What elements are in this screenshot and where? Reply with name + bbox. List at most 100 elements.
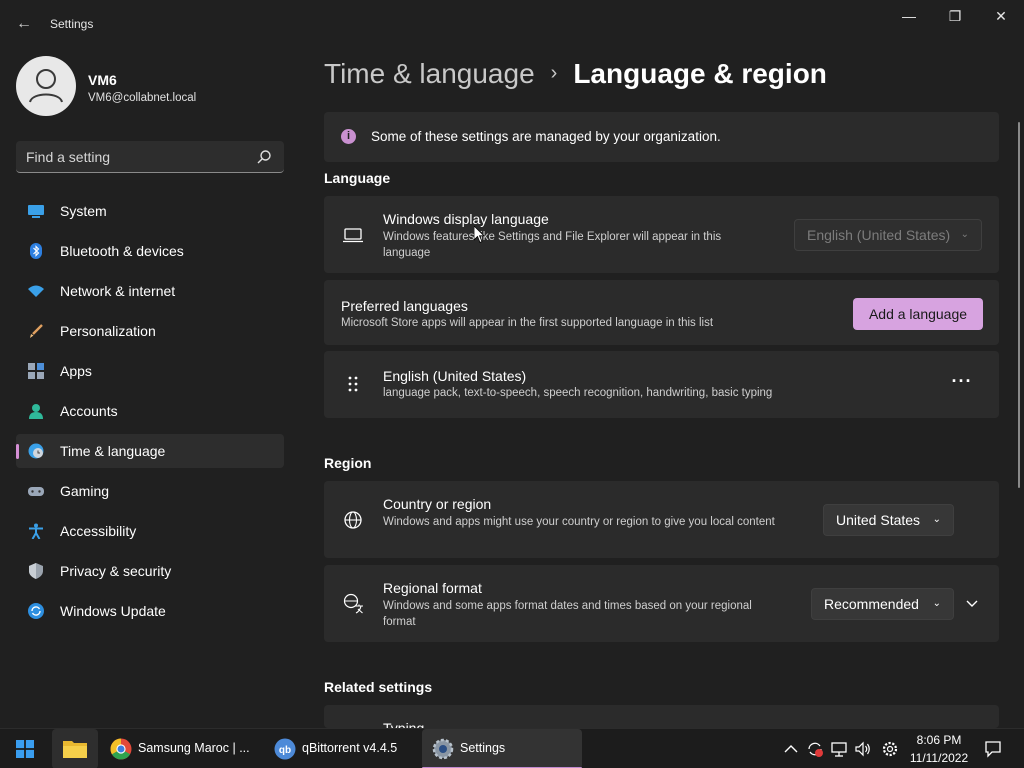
shield-icon [29,563,43,579]
row-title: Windows display language [383,211,549,227]
sidebar-item-time-language[interactable]: Time & language [16,434,284,468]
settings-gear-icon [432,738,454,760]
notification-button[interactable] [980,729,1006,768]
brush-icon [30,324,43,338]
sidebar-item-network[interactable]: Network & internet [16,274,284,308]
info-icon: i [341,129,356,144]
sidebar-item-label: Accounts [60,403,118,419]
start-button[interactable] [8,729,42,768]
row-description: Windows and some apps format dates and t… [383,600,752,628]
sidebar-item-privacy[interactable]: Privacy & security [16,554,284,588]
dropdown-value: English (United States) [807,227,951,243]
search-icon[interactable] [256,149,272,165]
svg-text:qb: qb [279,745,291,756]
sidebar-item-label: Personalization [60,323,156,339]
back-button[interactable]: ← [14,14,34,34]
row-title: Regional format [383,580,482,596]
taskbar-app-label: Settings [460,741,506,755]
country-dropdown[interactable]: United States ⌄ [823,504,954,536]
display-language-row: Windows display language Windows feature… [324,196,999,273]
network-icon[interactable] [830,740,848,758]
more-options-button[interactable]: ··· [944,372,980,395]
globe-icon [344,511,362,529]
breadcrumb-parent[interactable]: Time & language [324,58,535,89]
window-title: Settings [50,17,94,31]
country-region-row: Country or region Windows and apps might… [324,481,999,558]
close-button[interactable]: ✕ [986,8,1016,28]
user-profile[interactable]: VM6 VM6@collabnet.local [16,56,296,120]
clock-date[interactable]: 11/11/2022 [906,751,972,765]
add-language-button[interactable]: Add a language [853,298,983,330]
notification-icon [985,741,1001,758]
taskbar-app-settings[interactable]: Settings [422,729,582,768]
minimize-button[interactable]: — [894,8,924,28]
sidebar-item-label: Accessibility [60,523,137,539]
section-title-related: Related settings [324,679,433,695]
drag-handle-icon[interactable] [342,373,364,395]
row-description: Windows features like Settings and File … [383,231,722,259]
row-description: Microsoft Store apps will appear in the … [341,317,714,329]
sidebar-item-windows-update[interactable]: Windows Update [16,594,284,628]
qbittorrent-icon: qb [274,738,296,760]
sidebar-item-apps[interactable]: Apps [16,354,284,388]
person-icon [29,404,43,419]
breadcrumb-chevron-icon: › [550,62,558,84]
section-title-region: Region [324,455,372,471]
scrollbar[interactable] [1018,122,1020,488]
sidebar-item-accessibility[interactable]: Accessibility [16,514,284,548]
user-email: VM6@collabnet.local [88,92,197,104]
user-name: VM6 [88,72,117,88]
row-title: Preferred languages [341,298,468,314]
taskbar-app-label: Samsung Maroc | ... [138,741,250,755]
person-icon [29,69,63,103]
page-title: Language & region [573,58,827,89]
taskbar-app-chrome[interactable]: Samsung Maroc | ... [100,729,256,768]
maximize-button[interactable]: ❐ [940,8,970,28]
row-title: English (United States) [383,368,527,384]
sidebar-item-label: Bluetooth & devices [60,243,184,259]
notice-text: Some of these settings are managed by yo… [371,129,721,144]
chevron-up-icon[interactable] [782,740,800,758]
expand-chevron-icon[interactable] [964,595,980,611]
chevron-down-icon: ⌄ [932,598,941,609]
chevron-down-icon: ⌄ [932,514,941,525]
folder-icon [63,741,87,758]
sidebar-item-bluetooth[interactable]: Bluetooth & devices [16,234,284,268]
wifi-icon [28,285,44,297]
section-title-language: Language [324,170,391,186]
sidebar-item-system[interactable]: System [16,194,284,228]
laptop-icon [343,228,363,243]
taskbar: Samsung Maroc | ... qb qBittorrent v4.4.… [0,728,1024,768]
chevron-down-icon: ⌄ [960,229,969,240]
row-title: Country or region [383,496,492,512]
dropdown-value: United States [836,512,921,528]
language-list-item: English (United States) language pack, t… [324,351,999,418]
mouse-cursor-icon [474,226,485,244]
sidebar-nav: System Bluetooth & devices Network & int… [16,194,284,634]
sync-alert-icon[interactable] [806,740,824,758]
chrome-icon [110,738,132,760]
taskbar-app-qbittorrent[interactable]: qb qBittorrent v4.4.5 [264,729,416,768]
bluetooth-icon [30,243,42,259]
volume-icon[interactable] [854,740,872,758]
gear-icon[interactable] [881,740,899,758]
breadcrumb: Time & language › Language & region [324,58,827,90]
display-language-dropdown[interactable]: English (United States) ⌄ [794,219,982,251]
related-settings-row[interactable]: Typing [324,705,999,728]
regional-format-dropdown[interactable]: Recommended ⌄ [811,588,954,620]
regional-format-row[interactable]: Regional format Windows and some apps fo… [324,565,999,642]
search-box[interactable] [16,141,284,173]
update-icon [28,603,44,619]
row-description: Windows and apps might use your country … [383,516,775,528]
clock-time[interactable]: 8:06 PM [906,733,972,747]
sidebar-item-label: Network & internet [60,283,176,299]
accessibility-icon [29,523,43,539]
sidebar-item-gaming[interactable]: Gaming [16,474,284,508]
sidebar-item-personalization[interactable]: Personalization [16,314,284,348]
apps-icon [28,363,44,379]
search-input[interactable] [26,148,246,166]
file-explorer-button[interactable] [52,729,98,768]
clock-globe-icon [28,443,44,459]
sidebar-item-accounts[interactable]: Accounts [16,394,284,428]
managed-notice: i Some of these settings are managed by … [324,112,999,162]
